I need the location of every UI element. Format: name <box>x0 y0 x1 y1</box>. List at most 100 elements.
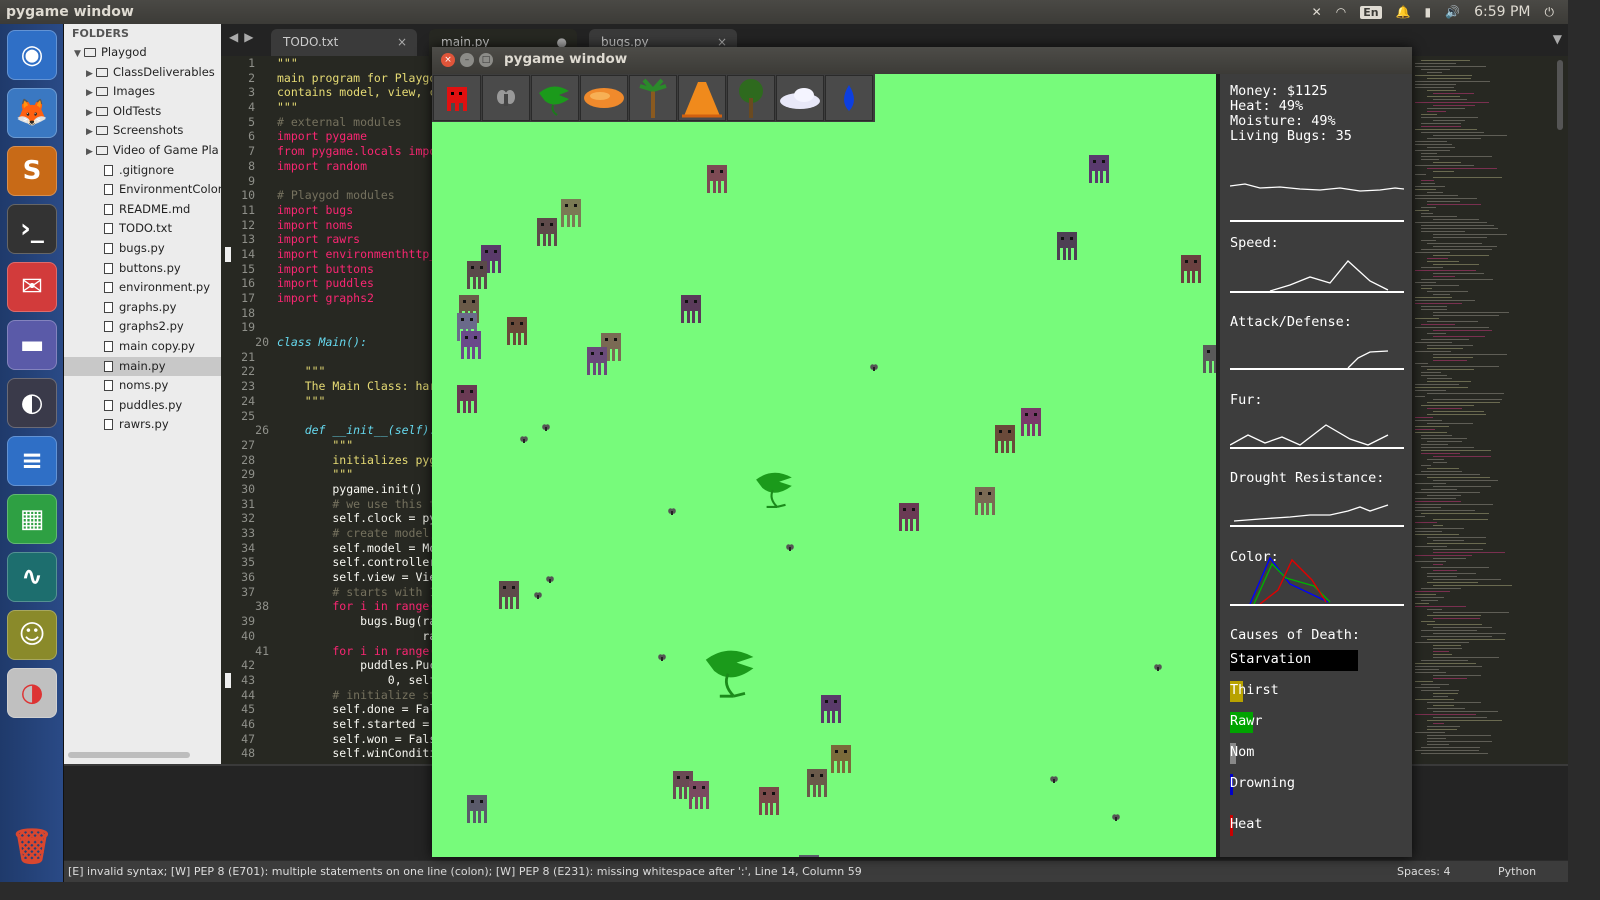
bug-sprite[interactable] <box>806 768 828 798</box>
water-drop-tool-icon[interactable] <box>825 75 873 121</box>
code-line[interactable]: self.model = Mo <box>277 541 436 556</box>
bug-sprite[interactable] <box>1202 344 1216 374</box>
code-line[interactable] <box>277 350 436 365</box>
code-line[interactable]: main program for Playgo <box>277 71 436 86</box>
volcano-tool-icon[interactable] <box>678 75 726 121</box>
code-line[interactable]: import pygame <box>277 129 436 144</box>
code-line[interactable]: 0, self <box>277 673 436 688</box>
fly-sprite[interactable] <box>1112 814 1120 821</box>
bug-sprite[interactable] <box>498 580 520 610</box>
editor-vertical-scrollbar[interactable] <box>1557 60 1563 130</box>
code-line[interactable]: # initialize st <box>277 688 436 703</box>
sidebar-file[interactable]: buttons.py <box>64 259 221 279</box>
sidebar-folder[interactable]: ▶ ClassDeliverables <box>64 63 221 83</box>
code-line[interactable]: """ <box>277 394 436 409</box>
game-icon[interactable]: ☺ <box>7 610 57 660</box>
indentation-setting[interactable]: Spaces: 4 <box>1397 861 1450 882</box>
close-icon[interactable]: × <box>397 29 407 56</box>
firefox-icon[interactable]: 🦊 <box>7 88 57 138</box>
bug-sprite[interactable] <box>466 794 488 824</box>
sidebar-root-folder[interactable]: ▼ Playgod <box>64 43 221 63</box>
sidebar-folder[interactable]: ▶ Video of Game Pla <box>64 141 221 161</box>
fly-sprite[interactable] <box>870 364 878 371</box>
bug-sprite[interactable] <box>758 786 780 816</box>
fly-sprite[interactable] <box>668 508 676 515</box>
bug-sprite[interactable] <box>1180 254 1202 284</box>
sublime-text-icon[interactable]: S <box>7 146 57 196</box>
sidebar-file[interactable]: bugs.py <box>64 239 221 259</box>
fly-sprite[interactable] <box>534 592 542 599</box>
trash-icon[interactable]: 🗑 <box>7 822 57 872</box>
code-line[interactable]: """ <box>277 467 436 482</box>
bug-sprite[interactable] <box>586 346 608 376</box>
code-line[interactable]: pygame.init() <box>277 482 436 497</box>
heat-tool-icon[interactable] <box>580 75 628 121</box>
tab-todo[interactable]: TODO.txt × <box>271 29 417 56</box>
fly-sprite[interactable] <box>542 424 550 431</box>
bug-sprite[interactable] <box>536 217 558 247</box>
sidebar-file[interactable]: environment.py <box>64 278 221 298</box>
code-line[interactable]: # we use this t <box>277 497 436 512</box>
keyboard-layout-indicator[interactable]: En <box>1360 5 1382 19</box>
sidebar-file[interactable]: graphs.py <box>64 298 221 318</box>
code-line[interactable]: self.view = Vie <box>277 570 436 585</box>
bug-sprite[interactable] <box>798 854 820 857</box>
code-line[interactable]: The Main Class: har <box>277 379 437 394</box>
fly-sprite[interactable] <box>546 576 554 583</box>
bug-sprite[interactable] <box>688 780 710 810</box>
battery-icon[interactable]: ▮ <box>1425 5 1432 19</box>
text-editor-icon[interactable]: ≡ <box>7 436 57 486</box>
code-line[interactable]: # create model, <box>277 526 436 541</box>
pygame-titlebar[interactable]: × – □ pygame window <box>432 47 1412 74</box>
sidebar-file[interactable]: TODO.txt <box>64 219 221 239</box>
close-window-icon[interactable]: × <box>441 53 455 67</box>
code-line[interactable]: contains model, view, c <box>277 85 436 100</box>
email-client-icon[interactable]: ✉ <box>7 262 57 312</box>
fly-sprite[interactable] <box>1154 664 1162 671</box>
sidebar-file[interactable]: noms.py <box>64 376 221 396</box>
code-line[interactable] <box>277 409 436 424</box>
code-line[interactable]: import rawrs <box>277 232 436 247</box>
code-line[interactable]: self.started = <box>277 717 436 732</box>
fly-sprite[interactable] <box>786 544 794 551</box>
code-line[interactable]: # external modules <box>277 115 436 130</box>
spreadsheet-icon[interactable]: ▦ <box>7 494 57 544</box>
code-area[interactable]: """ main program for Playgo contains model… <box>277 56 436 761</box>
tab-menu-chevron-icon[interactable]: ▼ <box>1553 32 1562 46</box>
terminal-icon[interactable]: ›_ <box>7 204 57 254</box>
fly-sprite[interactable] <box>658 654 666 661</box>
disk-usage-icon[interactable]: ◑ <box>7 668 57 718</box>
tab-nav-arrows-icon[interactable]: ◀▶ <box>229 30 259 44</box>
code-line[interactable]: ra <box>277 629 436 644</box>
code-line[interactable] <box>277 320 436 335</box>
minimap[interactable] <box>1411 56 1568 764</box>
code-line[interactable]: self.clock = py <box>277 511 436 526</box>
sidebar-folder[interactable]: ▶ Images <box>64 82 221 102</box>
tree-tool-icon[interactable] <box>727 75 775 121</box>
bug-sprite[interactable] <box>994 424 1016 454</box>
code-line[interactable]: """ <box>277 364 436 379</box>
code-line[interactable]: for i in range( <box>277 644 436 659</box>
sidebar-file[interactable]: .gitignore <box>64 161 221 181</box>
bug-sprite[interactable] <box>820 694 842 724</box>
code-line[interactable]: import noms <box>277 218 436 233</box>
fly-sprite[interactable] <box>520 436 528 443</box>
sidebar-file[interactable]: graphs2.py <box>64 317 221 337</box>
rawr-plant-tool-icon[interactable] <box>531 75 579 121</box>
files-icon[interactable]: ▬ <box>7 320 57 370</box>
bug-sprite[interactable] <box>898 502 920 532</box>
cloud-tool-icon[interactable] <box>776 75 824 121</box>
sidebar-folder[interactable]: ▶ OldTests <box>64 102 221 122</box>
code-line[interactable]: import bugs <box>277 203 436 218</box>
bug-sprite[interactable] <box>506 316 528 346</box>
code-line[interactable]: import random <box>277 159 436 174</box>
code-line[interactable] <box>277 306 436 321</box>
code-line[interactable]: class Main(): <box>277 335 436 350</box>
bug-sprite[interactable] <box>460 330 482 360</box>
wifi-icon[interactable]: ◠ <box>1336 5 1346 19</box>
code-line[interactable] <box>277 174 436 189</box>
code-line[interactable]: bugs.Bug(ra <box>277 614 436 629</box>
code-line[interactable]: initializes pyg <box>277 453 436 468</box>
fly-sprite[interactable] <box>1050 776 1058 783</box>
bug-sprite[interactable] <box>1056 231 1078 261</box>
